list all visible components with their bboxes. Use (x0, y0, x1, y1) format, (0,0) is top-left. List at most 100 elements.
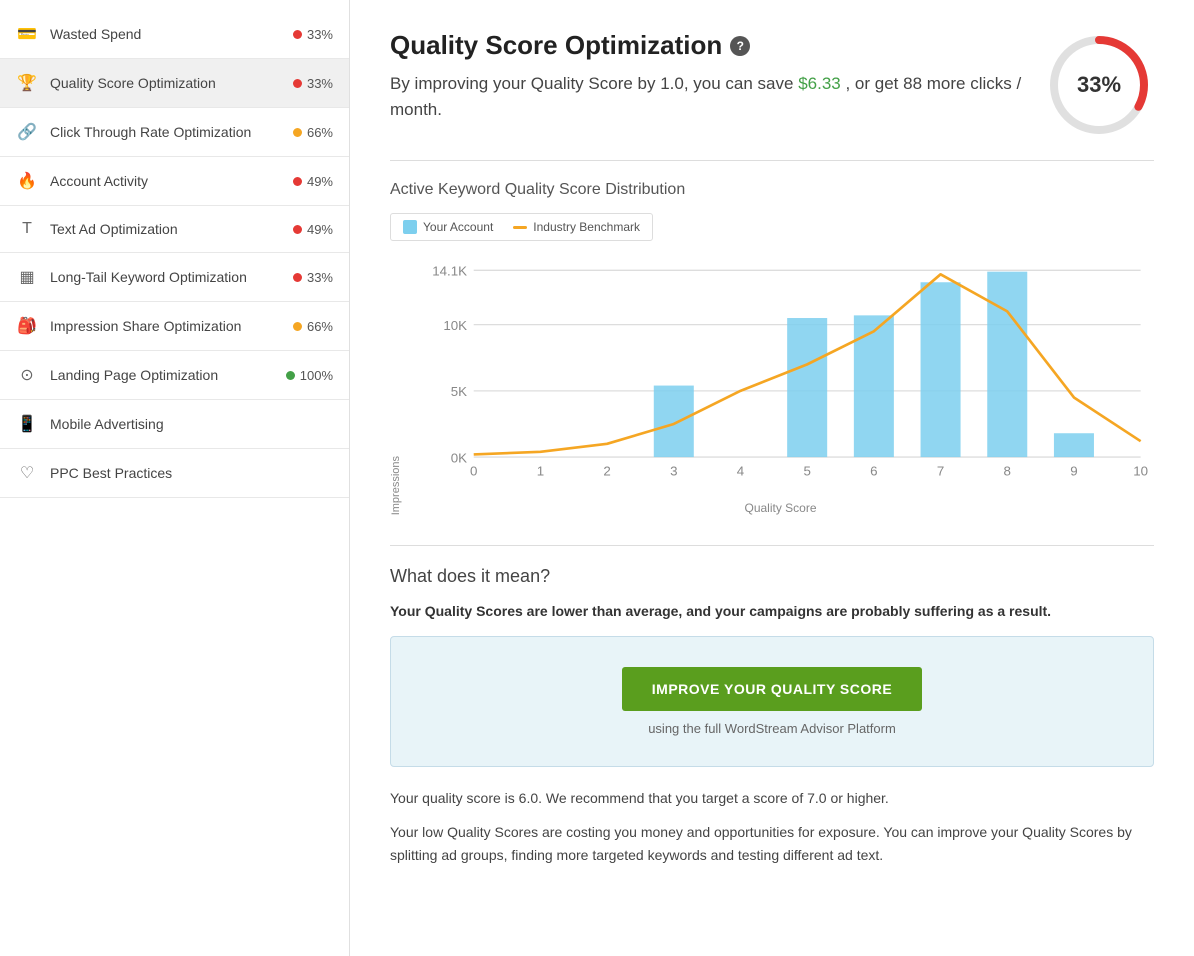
subtitle-part1: By improving your Quality Score by 1.0, … (390, 74, 793, 93)
legend-box-icon (403, 220, 417, 234)
sidebar-item-text-ad[interactable]: T Text Ad Optimization 49% (0, 206, 349, 253)
sidebar-icon-impression-share: 🎒 (16, 316, 38, 336)
page-subtitle: By improving your Quality Score by 1.0, … (390, 71, 1044, 122)
legend-label: Your Account (423, 220, 493, 234)
sidebar-icon-ppc-best-practices: ♡ (16, 463, 38, 483)
chart-wrapper: Impressions 0K5K10K14.1K012345678910 Qua… (390, 257, 1154, 515)
subtitle-money: $6.33 (798, 74, 841, 93)
chart-inner: 0K5K10K14.1K012345678910 Quality Score (407, 257, 1154, 515)
explanation-section: What does it mean? Your Quality Scores a… (390, 566, 1154, 866)
chart-divider (390, 545, 1154, 546)
sidebar-icon-long-tail: ▦ (16, 267, 38, 287)
svg-text:0: 0 (470, 464, 477, 479)
body-text-1: Your quality score is 6.0. We recommend … (390, 787, 1154, 809)
chart-title: Active Keyword Quality Score Distributio… (390, 181, 1154, 199)
cta-sub: using the full WordStream Advisor Platfo… (411, 721, 1133, 736)
sidebar-item-wasted-spend[interactable]: 💳 Wasted Spend 33% (0, 10, 349, 59)
dot-long-tail (293, 273, 302, 282)
sidebar-label-wasted-spend: Wasted Spend (50, 26, 293, 42)
svg-text:2: 2 (603, 464, 610, 479)
sidebar-item-ctr[interactable]: 🔗 Click Through Rate Optimization 66% (0, 108, 349, 157)
gauge-widget: 33% (1044, 30, 1154, 140)
sidebar-item-impression-share[interactable]: 🎒 Impression Share Optimization 66% (0, 302, 349, 351)
legend-line-icon (513, 226, 527, 229)
cta-button[interactable]: IMPROVE YOUR QUALITY SCORE (622, 667, 922, 711)
svg-text:4: 4 (737, 464, 745, 479)
sidebar-item-account-activity[interactable]: 🔥 Account Activity 49% (0, 157, 349, 206)
sidebar-badge-wasted-spend: 33% (293, 27, 333, 42)
dot-ctr (293, 128, 302, 137)
svg-text:8: 8 (1004, 464, 1011, 479)
pct-impression-share: 66% (307, 319, 333, 334)
dot-wasted-spend (293, 30, 302, 39)
sidebar-label-landing-page: Landing Page Optimization (50, 367, 286, 383)
sidebar-label-quality-score: Quality Score Optimization (50, 75, 293, 91)
svg-text:3: 3 (670, 464, 677, 479)
legend-item: Industry Benchmark (513, 220, 640, 234)
header-divider (390, 160, 1154, 161)
svg-text:7: 7 (937, 464, 944, 479)
pct-quality-score: 33% (307, 76, 333, 91)
page-title: Quality Score Optimization ? (390, 30, 1044, 61)
pct-text-ad: 49% (307, 222, 333, 237)
dot-quality-score (293, 79, 302, 88)
sidebar-item-long-tail[interactable]: ▦ Long-Tail Keyword Optimization 33% (0, 253, 349, 302)
y-axis-label: Impressions (390, 456, 402, 515)
description-bold: Your Quality Scores are lower than avera… (390, 601, 1154, 622)
sidebar-badge-account-activity: 49% (293, 174, 333, 189)
page-title-text: Quality Score Optimization (390, 30, 722, 61)
sidebar-item-quality-score[interactable]: 🏆 Quality Score Optimization 33% (0, 59, 349, 108)
pct-account-activity: 49% (307, 174, 333, 189)
cta-box: IMPROVE YOUR QUALITY SCORE using the ful… (390, 636, 1154, 767)
sidebar-item-ppc-best-practices[interactable]: ♡ PPC Best Practices (0, 449, 349, 498)
dot-account-activity (293, 177, 302, 186)
sidebar-icon-ctr: 🔗 (16, 122, 38, 142)
sidebar-icon-account-activity: 🔥 (16, 171, 38, 191)
svg-text:0K: 0K (451, 450, 467, 465)
pct-ctr: 66% (307, 125, 333, 140)
chart-svg: 0K5K10K14.1K012345678910 (407, 257, 1154, 497)
sidebar-badge-landing-page: 100% (286, 368, 333, 383)
sidebar-label-ctr: Click Through Rate Optimization (50, 124, 293, 140)
svg-text:5K: 5K (451, 384, 467, 399)
sidebar-badge-text-ad: 49% (293, 222, 333, 237)
x-axis-label: Quality Score (407, 501, 1154, 515)
pct-wasted-spend: 33% (307, 27, 333, 42)
sidebar-badge-ctr: 66% (293, 125, 333, 140)
dot-text-ad (293, 225, 302, 234)
sidebar-icon-wasted-spend: 💳 (16, 24, 38, 44)
sidebar-icon-quality-score: 🏆 (16, 73, 38, 93)
sidebar-item-mobile-advertising[interactable]: 📱 Mobile Advertising (0, 400, 349, 449)
svg-text:14.1K: 14.1K (432, 264, 467, 279)
svg-text:10: 10 (1133, 464, 1148, 479)
sidebar-icon-mobile-advertising: 📱 (16, 414, 38, 434)
sidebar: 💳 Wasted Spend 33% 🏆 Quality Score Optimizat… (0, 0, 350, 956)
sidebar-item-landing-page[interactable]: ⊙ Landing Page Optimization 100% (0, 351, 349, 400)
info-icon[interactable]: ? (730, 36, 750, 56)
main-content: Quality Score Optimization ? By improvin… (350, 0, 1194, 956)
dot-impression-share (293, 322, 302, 331)
svg-text:10K: 10K (443, 318, 467, 333)
gauge-label: 33% (1077, 72, 1121, 98)
legend-item: Your Account (403, 220, 493, 234)
sidebar-badge-quality-score: 33% (293, 76, 333, 91)
sidebar-label-long-tail: Long-Tail Keyword Optimization (50, 269, 293, 285)
sidebar-label-account-activity: Account Activity (50, 173, 293, 189)
legend-label: Industry Benchmark (533, 220, 640, 234)
page-title-area: Quality Score Optimization ? By improvin… (390, 30, 1044, 122)
pct-long-tail: 33% (307, 270, 333, 285)
svg-text:5: 5 (803, 464, 810, 479)
sidebar-label-ppc-best-practices: PPC Best Practices (50, 465, 333, 481)
sidebar-icon-landing-page: ⊙ (16, 365, 38, 385)
sidebar-label-mobile-advertising: Mobile Advertising (50, 416, 333, 432)
chart-legend: Your Account Industry Benchmark (390, 213, 653, 241)
svg-text:9: 9 (1070, 464, 1077, 479)
body-text-2: Your low Quality Scores are costing you … (390, 821, 1154, 866)
sidebar-badge-impression-share: 66% (293, 319, 333, 334)
pct-landing-page: 100% (300, 368, 333, 383)
what-title: What does it mean? (390, 566, 1154, 587)
sidebar-badge-long-tail: 33% (293, 270, 333, 285)
sidebar-label-text-ad: Text Ad Optimization (50, 221, 293, 237)
sidebar-label-impression-share: Impression Share Optimization (50, 318, 293, 334)
sidebar-icon-text-ad: T (16, 220, 38, 238)
